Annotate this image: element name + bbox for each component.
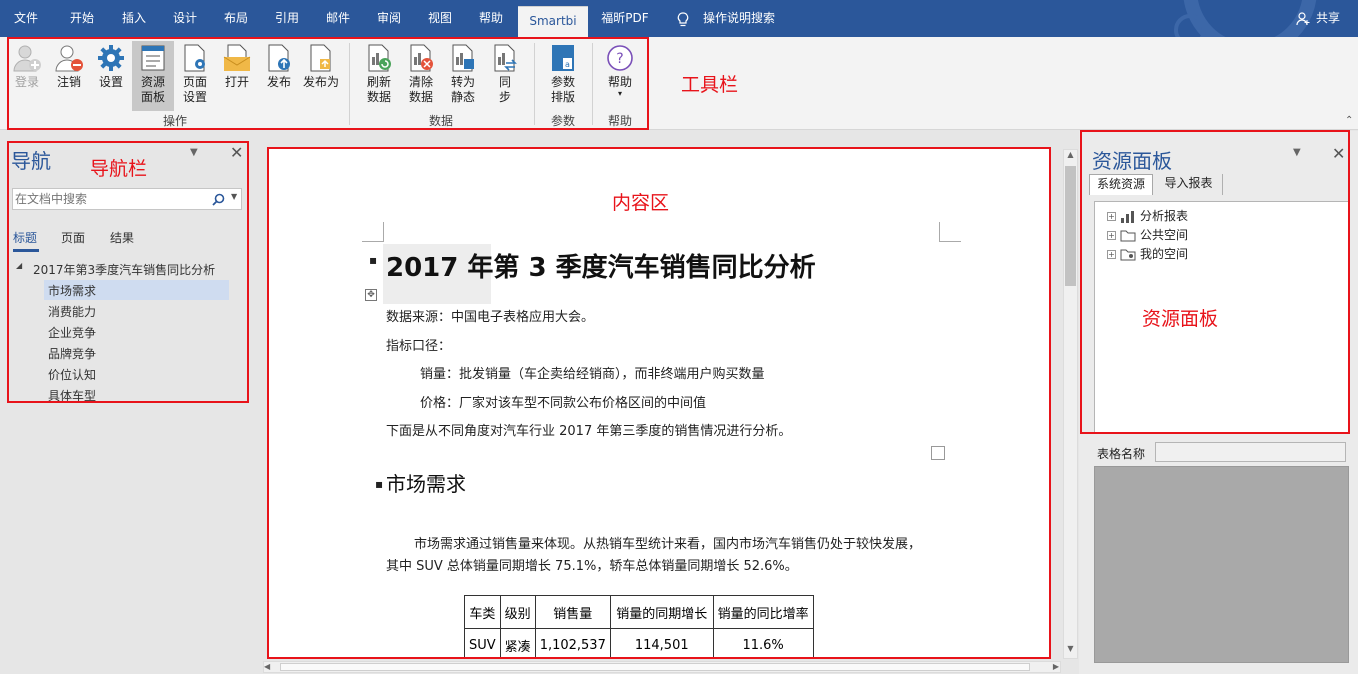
word-window: 文件 开始 插入 设计 布局 引用 邮件 审阅 视图 帮助 Smartbi 福昕… — [0, 0, 1358, 674]
lightbulb-icon — [677, 12, 689, 27]
toolbar-annotation: 工具栏 — [681, 74, 739, 96]
share-button[interactable]: 共享 — [1312, 0, 1344, 37]
menu-review[interactable]: 审阅 — [369, 0, 409, 37]
menu-home[interactable]: 开始 — [62, 0, 102, 37]
menu-foxit-pdf[interactable]: 福昕PDF — [598, 0, 652, 37]
menu-mailings[interactable]: 邮件 — [318, 0, 358, 37]
horizontal-scrollbar[interactable]: ◀ ▶ — [263, 661, 1061, 673]
menu-design[interactable]: 设计 — [165, 0, 205, 37]
scroll-left-icon[interactable]: ◀ — [264, 662, 270, 671]
scroll-up-icon[interactable]: ▲ — [1065, 150, 1076, 164]
menu-smartbi[interactable]: Smartbi — [518, 6, 588, 37]
table-name-field[interactable] — [1155, 442, 1346, 462]
toolbar-highlight — [7, 37, 649, 130]
vertical-scrollbar[interactable]: ▲ ▼ — [1063, 149, 1078, 659]
menu-bar: 文件 开始 插入 设计 布局 引用 邮件 审阅 视图 帮助 Smartbi 福昕… — [0, 0, 1358, 37]
content-highlight — [267, 147, 1051, 659]
horizontal-scrollbar-thumb[interactable] — [280, 663, 1030, 671]
scroll-down-icon[interactable]: ▼ — [1065, 644, 1076, 658]
menu-references[interactable]: 引用 — [267, 0, 307, 37]
content-annotation: 内容区 — [612, 192, 670, 214]
menu-layout[interactable]: 布局 — [216, 0, 256, 37]
share-person-icon — [1296, 12, 1310, 26]
tell-me-search[interactable]: 操作说明搜索 — [701, 0, 777, 37]
collapse-ribbon-icon[interactable]: ⌃ — [1345, 115, 1353, 126]
menu-file[interactable]: 文件 — [6, 0, 46, 37]
menu-insert[interactable]: 插入 — [114, 0, 154, 37]
menu-view[interactable]: 视图 — [420, 0, 460, 37]
scroll-right-icon[interactable]: ▶ — [1053, 662, 1059, 671]
scrollbar-thumb[interactable] — [1065, 166, 1076, 286]
resource-annotation: 资源面板 — [1142, 308, 1219, 330]
preview-area — [1094, 466, 1349, 663]
navbar-annotation: 导航栏 — [90, 158, 148, 180]
table-name-label: 表格名称 — [1097, 447, 1146, 461]
resource-highlight — [1080, 130, 1350, 434]
menu-help[interactable]: 帮助 — [471, 0, 511, 37]
